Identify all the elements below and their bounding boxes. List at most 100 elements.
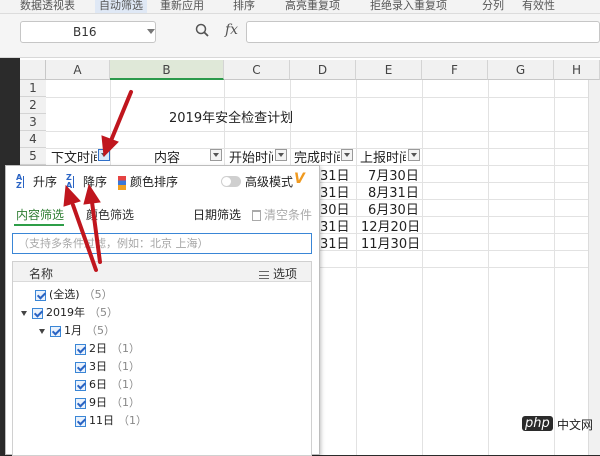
row-header-4[interactable]: 4 xyxy=(20,131,46,148)
list-header: 名称 选项 xyxy=(13,262,311,282)
report-time-cell[interactable]: 11月30日 xyxy=(361,233,420,252)
color-sort-icon xyxy=(118,175,126,190)
grid-line xyxy=(320,267,588,268)
column-header-d[interactable]: D xyxy=(290,60,356,80)
grid-line xyxy=(46,131,600,132)
filter-dropdown-b[interactable] xyxy=(210,149,222,161)
watermark-logo: php xyxy=(522,416,553,431)
list-item-day[interactable]: 2日 （1） xyxy=(75,340,140,356)
item-count: （5） xyxy=(86,324,115,337)
sort-ascending-button[interactable]: A Z 升序 xyxy=(16,173,57,191)
zoom-icon[interactable] xyxy=(195,23,209,37)
filter-tabs: 内容筛选 颜色筛选 日期筛选 清空条件 xyxy=(6,204,319,226)
checkbox[interactable] xyxy=(35,289,46,301)
checkbox[interactable] xyxy=(75,379,86,391)
split-columns-button[interactable]: 分列 xyxy=(482,0,504,13)
advanced-mode-toggle[interactable] xyxy=(221,176,241,187)
sort-button[interactable]: 排序 xyxy=(233,0,255,13)
list-item-day[interactable]: 11日 （1） xyxy=(75,412,147,428)
filter-dropdown-a[interactable] xyxy=(98,149,110,161)
item-label: 2日 xyxy=(89,342,107,355)
list-item-day[interactable]: 9日 （1） xyxy=(75,394,140,410)
validation-button[interactable]: 有效性 xyxy=(522,0,555,13)
filter-dropdown-d[interactable] xyxy=(341,149,353,161)
list-header-name: 名称 xyxy=(29,267,54,281)
filter-search-box[interactable] xyxy=(12,233,312,254)
fx-label[interactable]: fx xyxy=(225,22,238,38)
column-header-c[interactable]: C xyxy=(224,60,290,80)
item-label: (全选) xyxy=(49,288,80,301)
filter-value-list: 名称 选项 (全选) （5） 2019年 （5） 1月 （5） 2日 （1） 3日 （1）… xyxy=(12,261,312,456)
highlight-duplicates-button[interactable]: 高亮重复项 xyxy=(285,0,340,13)
expand-toggle-icon[interactable] xyxy=(39,328,45,334)
row-header-5[interactable]: 5 xyxy=(20,148,46,165)
item-count: （1） xyxy=(118,414,147,427)
column-header-b[interactable]: B xyxy=(110,60,224,80)
select-all-corner[interactable] xyxy=(20,60,46,80)
reject-duplicates-button[interactable]: 拒绝录入重复项 xyxy=(370,0,447,13)
sort-descending-button[interactable]: Z A 降序 xyxy=(66,173,107,191)
expand-toggle-icon[interactable] xyxy=(21,310,27,316)
header-cell-report-time[interactable]: 上报时间 xyxy=(360,147,406,164)
item-label: 6日 xyxy=(89,378,107,391)
trash-icon xyxy=(252,210,261,221)
item-count: （5） xyxy=(89,306,118,319)
checkbox[interactable] xyxy=(50,325,61,337)
date-filter-button[interactable]: 日期筛选 xyxy=(193,206,241,223)
finish-time-cell[interactable]: 31日 xyxy=(320,233,350,252)
grid-line xyxy=(320,165,588,166)
column-header-a[interactable]: A xyxy=(46,60,110,80)
color-sort-button[interactable]: 颜色排序 xyxy=(118,173,178,190)
item-label: 11日 xyxy=(89,414,114,427)
column-header-g[interactable]: G xyxy=(488,60,554,80)
header-cell-start-time[interactable]: 开始时间 xyxy=(229,147,273,164)
filter-dropdown-e[interactable] xyxy=(408,149,420,161)
cell-reference: B16 xyxy=(73,25,97,39)
item-label: 3日 xyxy=(89,360,107,373)
filter-dropdown-c[interactable] xyxy=(275,149,287,161)
list-item-select-all[interactable]: (全选) （5） xyxy=(35,286,113,302)
tab-content-filter[interactable]: 内容筛选 xyxy=(16,206,64,223)
filter-search-input[interactable] xyxy=(13,234,311,253)
list-item-day[interactable]: 6日 （1） xyxy=(75,376,140,392)
tab-color-filter[interactable]: 颜色筛选 xyxy=(86,206,134,223)
checkbox[interactable] xyxy=(75,415,86,427)
row-header-2[interactable]: 2 xyxy=(20,97,46,114)
pivot-table-button[interactable]: 数据透视表 xyxy=(20,0,75,13)
list-item-month[interactable]: 1月 （5） xyxy=(39,322,115,338)
row-header-3[interactable]: 3 xyxy=(20,114,46,131)
checkbox[interactable] xyxy=(32,307,43,319)
chevron-down-icon[interactable] xyxy=(147,29,155,34)
filter-panel: A Z 升序 Z A 降序 颜色排序 高级模式 V 内容筛选 颜色筛选 日期筛选 清空条… xyxy=(5,165,320,456)
vip-icon: V xyxy=(294,171,305,187)
clear-conditions-label: 清空条件 xyxy=(264,208,313,222)
reapply-button[interactable]: 重新应用 xyxy=(160,0,204,13)
auto-filter-button[interactable]: 自动筛选 xyxy=(95,0,147,13)
column-header-f[interactable]: F xyxy=(422,60,488,80)
checkbox[interactable] xyxy=(75,397,86,409)
list-item-day[interactable]: 3日 （1） xyxy=(75,358,140,374)
header-cell-content[interactable]: 内容 xyxy=(154,147,180,164)
sheet-title[interactable]: 2019年安全检查计划 xyxy=(169,107,293,126)
spreadsheet-window: 数据透视表 自动筛选 重新应用 排序 高亮重复项 拒绝录入重复项 分列 有效性 … xyxy=(0,0,600,456)
item-count: （5） xyxy=(83,288,113,301)
clear-conditions-button[interactable]: 清空条件 xyxy=(252,206,312,223)
name-box[interactable]: B16 xyxy=(20,21,156,43)
vertical-scrollbar[interactable] xyxy=(588,80,600,455)
item-count: （1） xyxy=(111,396,140,409)
formula-input[interactable] xyxy=(246,21,600,43)
item-label: 9日 xyxy=(89,396,107,409)
column-header-h[interactable]: H xyxy=(554,60,600,80)
header-cell-issue-time[interactable]: 下文时间 xyxy=(51,147,97,164)
row-header-1[interactable]: 1 xyxy=(20,80,46,97)
options-icon xyxy=(259,270,269,279)
active-tab-indicator xyxy=(14,224,64,226)
header-cell-finish-time[interactable]: 完成时间 xyxy=(294,147,340,164)
checkbox[interactable] xyxy=(75,361,86,373)
checkbox[interactable] xyxy=(75,343,86,355)
grid-line xyxy=(320,182,588,183)
column-header-e[interactable]: E xyxy=(356,60,422,80)
sort-descending-icon: ZA xyxy=(66,172,74,190)
list-item-year[interactable]: 2019年 （5） xyxy=(21,304,118,320)
options-button[interactable]: 选项 xyxy=(259,265,297,282)
